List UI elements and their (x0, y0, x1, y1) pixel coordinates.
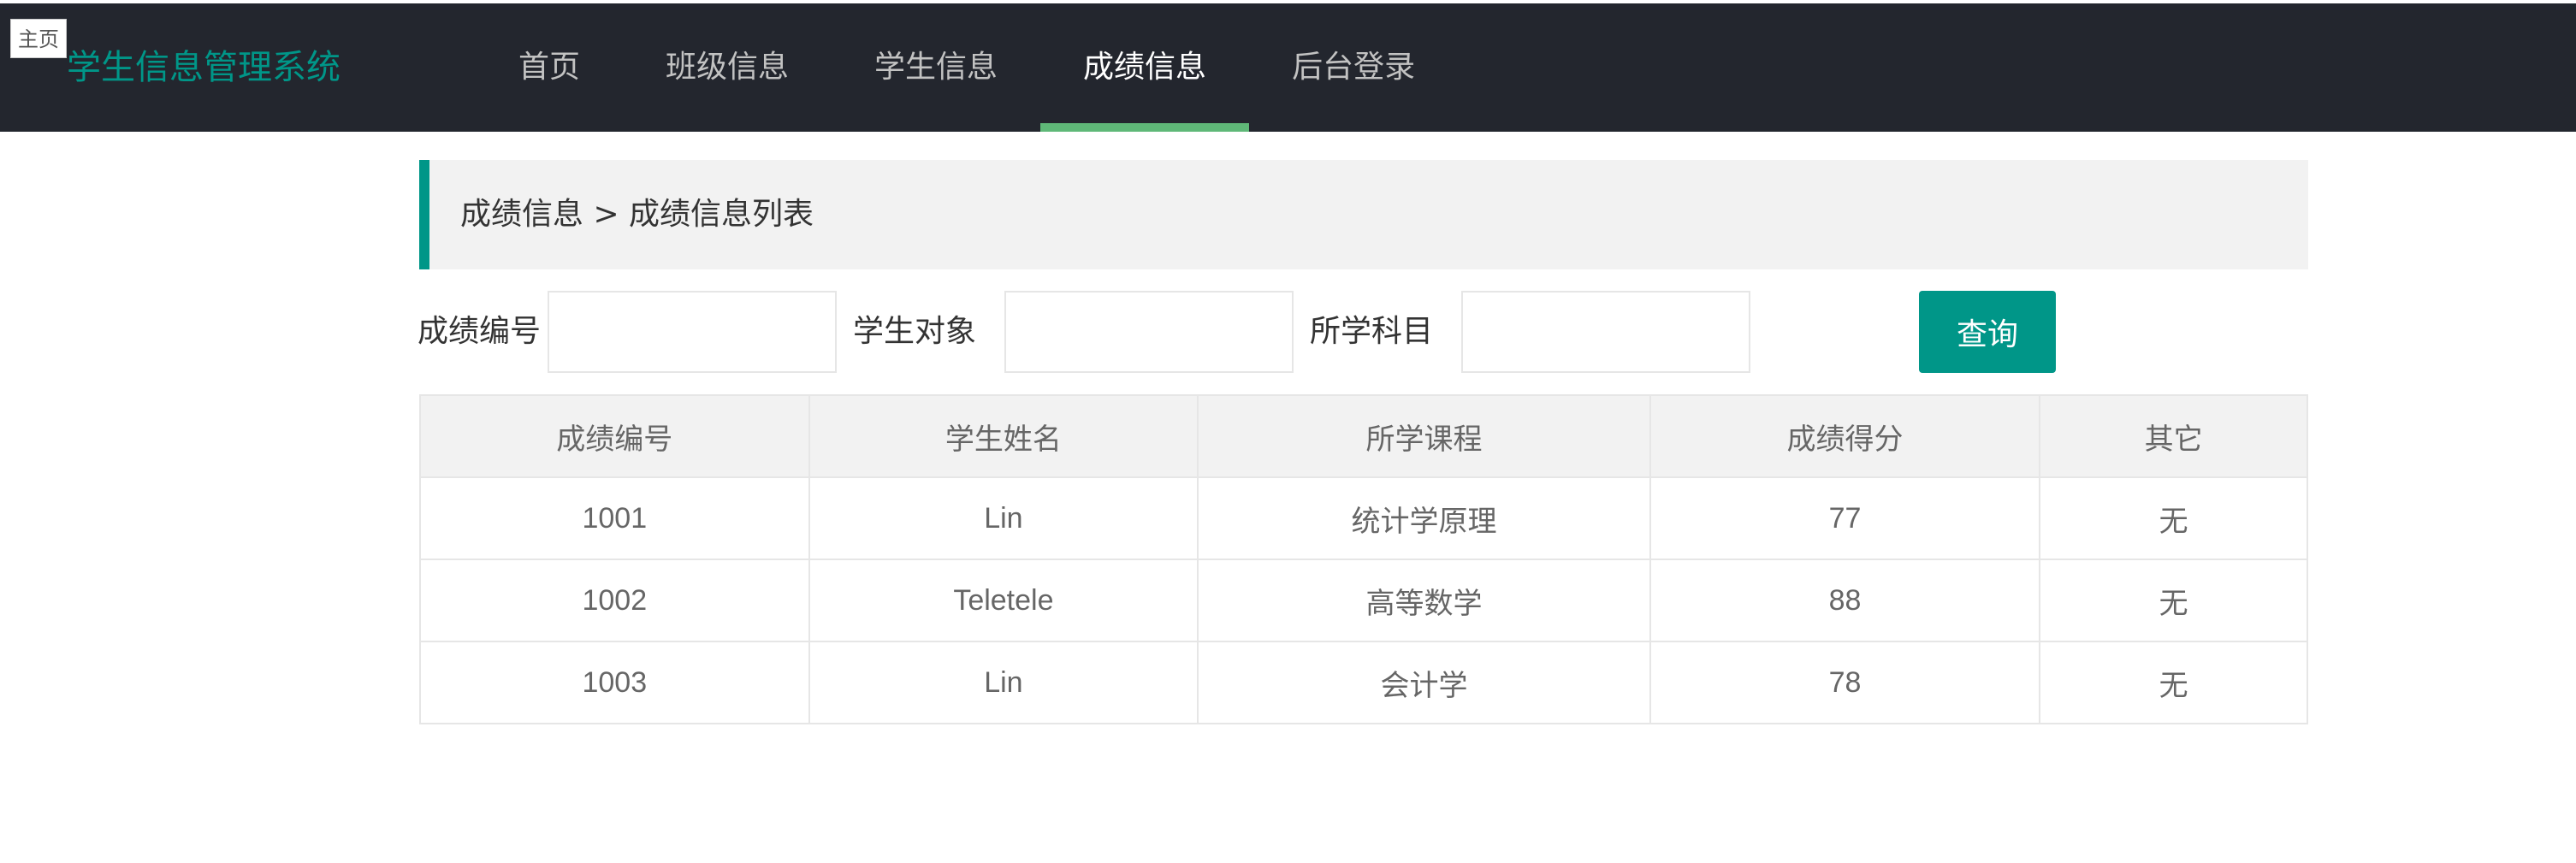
table-row: 1001 Lin 统计学原理 77 无 (419, 476, 2308, 560)
nav-item-class-info[interactable]: 班级信息 (623, 3, 832, 132)
student-input[interactable] (1004, 291, 1294, 373)
top-nav-bar: 主页 学生信息管理系统 首页 班级信息 学生信息 成绩信息 后台登录 (0, 3, 2576, 132)
search-form: 成绩编号 学生对象 所学科目 查询 (417, 291, 2308, 373)
table-row: 1002 Teletele 高等数学 88 无 (419, 559, 2308, 642)
breadcrumb: 成绩信息 > 成绩信息列表 (419, 160, 2308, 269)
nav-item-score-info[interactable]: 成绩信息 (1040, 3, 1250, 132)
col-header-student-name: 学生姓名 (808, 394, 1199, 478)
cell-course: 会计学 (1197, 641, 1651, 724)
nav-item-student-info[interactable]: 学生信息 (832, 3, 1040, 132)
cell-score-id: 1001 (419, 476, 810, 560)
search-button[interactable]: 查询 (1919, 291, 2056, 373)
cell-score: 77 (1649, 476, 2041, 560)
app-title[interactable]: 学生信息管理系统 (67, 3, 341, 132)
score-id-label: 成绩编号 (417, 314, 542, 349)
cell-score-id: 1002 (419, 559, 810, 642)
col-header-score-id: 成绩编号 (419, 394, 810, 478)
cell-other: 无 (2039, 559, 2308, 642)
cell-other: 无 (2039, 641, 2308, 724)
nav-item-home[interactable]: 首页 (476, 3, 623, 132)
home-tab[interactable]: 主页 (10, 19, 67, 58)
col-header-score: 成绩得分 (1649, 394, 2041, 478)
nav-item-admin-login[interactable]: 后台登录 (1249, 3, 1458, 132)
cell-course: 高等数学 (1197, 559, 1651, 642)
score-id-input[interactable] (548, 291, 837, 373)
table-header-row: 成绩编号 学生姓名 所学课程 成绩得分 其它 (419, 394, 2308, 478)
student-label: 学生对象 (853, 314, 977, 349)
col-header-course: 所学课程 (1197, 394, 1651, 478)
cell-score: 78 (1649, 641, 2041, 724)
cell-student-name: Teletele (808, 559, 1199, 642)
col-header-other: 其它 (2039, 394, 2308, 478)
cell-student-name: Lin (808, 641, 1199, 724)
cell-score-id: 1003 (419, 641, 810, 724)
main-nav: 首页 班级信息 学生信息 成绩信息 后台登录 (476, 3, 1458, 132)
table-row: 1003 Lin 会计学 78 无 (419, 641, 2308, 724)
score-table: 成绩编号 学生姓名 所学课程 成绩得分 其它 1001 Lin 统计学原理 77… (419, 394, 2308, 724)
subject-label: 所学科目 (1310, 314, 1434, 349)
cell-course: 统计学原理 (1197, 476, 1651, 560)
cell-student-name: Lin (808, 476, 1199, 560)
cell-other: 无 (2039, 476, 2308, 560)
subject-input[interactable] (1461, 291, 1750, 373)
cell-score: 88 (1649, 559, 2041, 642)
